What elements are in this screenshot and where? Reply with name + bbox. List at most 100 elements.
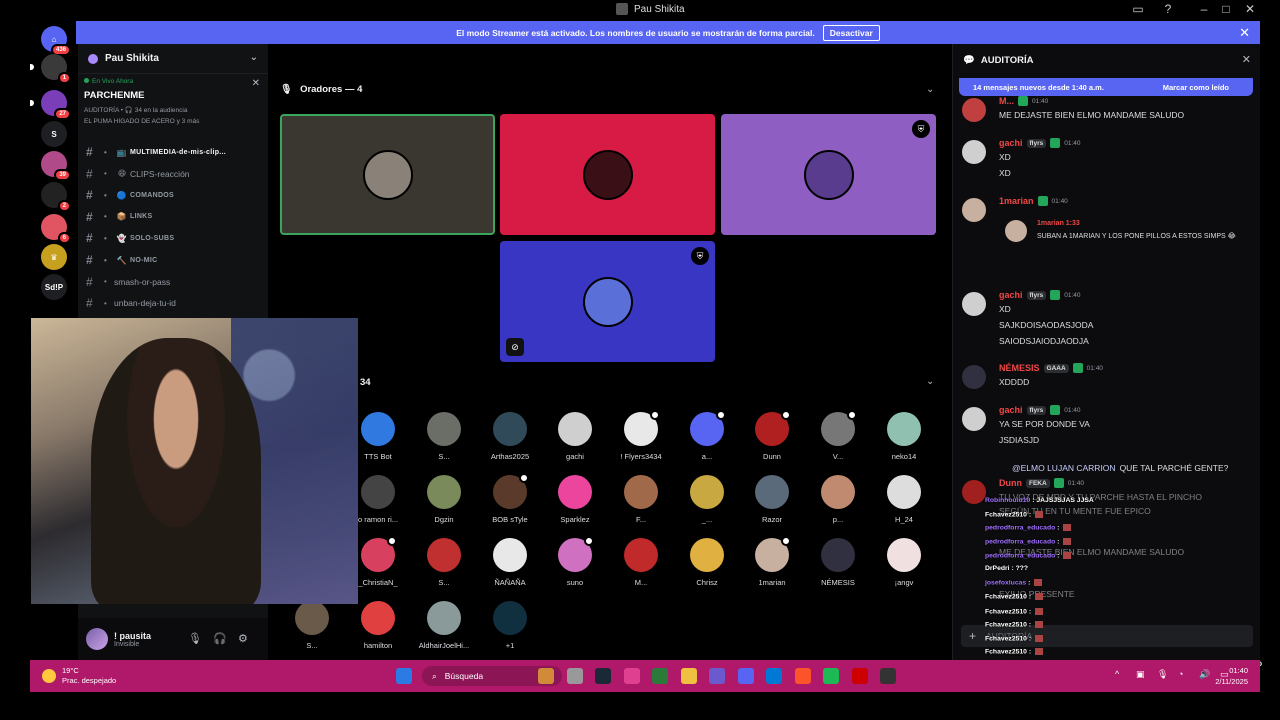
server-icon[interactable]: 1 [41, 54, 71, 84]
chevron-down-icon[interactable]: ⌄ [926, 84, 934, 95]
server-icon[interactable]: 27 [41, 90, 71, 120]
deactivate-button[interactable]: Desactivar [822, 24, 880, 41]
taskview-icon[interactable] [566, 668, 583, 684]
message-author[interactable]: 1marian [999, 196, 1034, 206]
outlook-icon[interactable] [766, 668, 782, 684]
chevron-up-icon[interactable]: ^ [1115, 669, 1119, 679]
audience-member[interactable]: neko14 [874, 412, 934, 461]
chevron-down-icon[interactable]: ⌄ [926, 376, 934, 387]
message-author[interactable]: M... [999, 96, 1014, 106]
audience-member[interactable]: p... [808, 475, 868, 524]
system-clock[interactable]: 01:40 2/11/2025 [1215, 665, 1248, 687]
server-icon[interactable]: 39 [41, 151, 71, 181]
folder-icon[interactable] [680, 668, 697, 684]
avatar[interactable] [962, 140, 986, 164]
audience-member[interactable]: Arthas2025 [480, 412, 540, 461]
audience-member[interactable]: +1 [480, 601, 540, 650]
obs-icon[interactable] [880, 668, 896, 684]
server-icon[interactable]: ♛ [41, 244, 67, 270]
message-author[interactable]: Dunn [999, 478, 1022, 488]
copilot-icon[interactable] [623, 668, 640, 684]
audience-member[interactable]: S... [414, 538, 474, 587]
audience-member[interactable]: Razor [742, 475, 802, 524]
banner-close-icon[interactable]: ✕ [1239, 25, 1250, 41]
audience-member[interactable]: ¡angv [874, 538, 934, 587]
windows-start-icon[interactable] [396, 668, 412, 684]
volume-icon[interactable]: 🔊 [1199, 669, 1210, 680]
chevron-down-icon[interactable]: ⌄ [250, 52, 258, 63]
avatar[interactable] [962, 98, 986, 122]
mark-read-button[interactable]: Marcar como leído [1163, 83, 1229, 92]
audience-member[interactable]: M... [611, 538, 671, 587]
audience-member[interactable]: S... [282, 601, 342, 650]
audience-member[interactable]: _... [677, 475, 737, 524]
inbox-icon[interactable]: ▭ [1130, 2, 1146, 16]
close-icon[interactable]: ✕ [252, 78, 260, 89]
speaker-tile[interactable] [500, 114, 715, 235]
gear-icon[interactable]: ⚙ [238, 632, 248, 645]
channel-item[interactable]: # • 😄 CLIPS-reacción [86, 166, 260, 182]
audience-member[interactable]: gachi [545, 412, 605, 461]
add-icon[interactable]: + [969, 629, 976, 643]
audience-member[interactable]: ÑAÑAÑA [480, 538, 540, 587]
message-author[interactable]: gachi [999, 405, 1023, 415]
audience-member[interactable]: Dgzin [414, 475, 474, 524]
mention[interactable]: @ELMO LUJAN CARRION [1012, 463, 1116, 473]
audience-member[interactable]: Dunn [742, 410, 802, 461]
audience-member[interactable]: V... [808, 410, 868, 461]
avatar[interactable] [962, 198, 986, 222]
audience-member[interactable]: Sparklez [545, 475, 605, 524]
message-author[interactable]: gachi [999, 138, 1023, 148]
server-icon[interactable]: 2 [41, 182, 71, 212]
home-button[interactable]: ⌂ 436 [41, 26, 71, 56]
microphone-icon[interactable]: 🎙 [188, 632, 202, 645]
wifi-icon[interactable]: ◔ [1178, 669, 1183, 679]
audience-member[interactable]: H_24 [874, 475, 934, 524]
new-messages-bar[interactable]: 14 mensajes nuevos desde 1:40 a.m. Marca… [959, 78, 1253, 96]
channel-item[interactable]: # • 🔵 COMANDOS [86, 187, 260, 203]
avatar[interactable] [86, 628, 108, 650]
speaker-tile[interactable]: ⛨ ⊘ [500, 241, 715, 362]
microphone-icon[interactable]: 🎙 [1157, 669, 1168, 680]
channel-item[interactable]: # • 📦 LINKS [86, 209, 260, 225]
audience-member[interactable]: S... [414, 412, 474, 461]
channel-item[interactable]: # • smash-or-pass [86, 274, 260, 290]
audience-member[interactable]: AldhairJoelHi... [414, 601, 474, 650]
server-header[interactable]: Pau Shikita ⌄ [78, 44, 268, 74]
audience-member[interactable]: BOB sTyle [480, 473, 540, 524]
headphones-icon[interactable]: 🎧 [213, 632, 227, 645]
help-icon[interactable]: ? [1160, 2, 1176, 16]
audience-member[interactable]: Chrisz [677, 538, 737, 587]
message-author[interactable]: gachi [999, 290, 1023, 300]
burger-icon[interactable] [538, 668, 554, 684]
channel-item[interactable]: # • unban-deja-tu-id [86, 295, 260, 311]
weather-widget[interactable]: 19°C Prac. despejado [42, 666, 116, 686]
avatar[interactable] [962, 407, 986, 431]
notes-icon[interactable] [652, 668, 668, 684]
server-icon[interactable]: Sd!P [41, 274, 67, 300]
minimize-button[interactable]: – [1196, 2, 1212, 16]
close-window-button[interactable]: ✕ [1242, 2, 1258, 16]
audience-member[interactable]: 1marian [742, 536, 802, 587]
audience-member[interactable]: hamilton [348, 601, 408, 650]
message-author[interactable]: NÉMESIS [999, 363, 1040, 373]
brave-icon[interactable] [794, 668, 811, 684]
audience-member[interactable]: a... [677, 410, 737, 461]
close-icon[interactable]: ✕ [1242, 53, 1251, 66]
steam-icon[interactable] [595, 668, 611, 684]
speakers-header[interactable]: 🎙 Oradores — 4 [280, 84, 362, 95]
audience-member[interactable]: NÉMESIS [808, 538, 868, 587]
avatar[interactable] [962, 292, 986, 316]
discord-icon[interactable] [737, 668, 754, 684]
speaker-tile[interactable] [280, 114, 495, 235]
spotify-icon[interactable] [823, 668, 839, 684]
live-stage-card[interactable]: En Vivo Ahora PARCHENME AUDITORÍA • 🎧 34… [84, 78, 262, 144]
channel-item[interactable]: # • 📺 MULTIMEDIA-de-mis-clip... [86, 144, 260, 160]
opera-icon[interactable] [851, 668, 868, 684]
speaker-tile[interactable]: ⛨ [721, 114, 936, 235]
network-icon[interactable]: ▣ [1136, 669, 1145, 680]
channel-item[interactable]: # • 🔨 NO-MIC [86, 252, 260, 268]
teams-icon[interactable] [709, 668, 725, 684]
server-icon[interactable]: S [41, 121, 67, 147]
audience-member[interactable]: ! Flyers3434 [611, 410, 671, 461]
